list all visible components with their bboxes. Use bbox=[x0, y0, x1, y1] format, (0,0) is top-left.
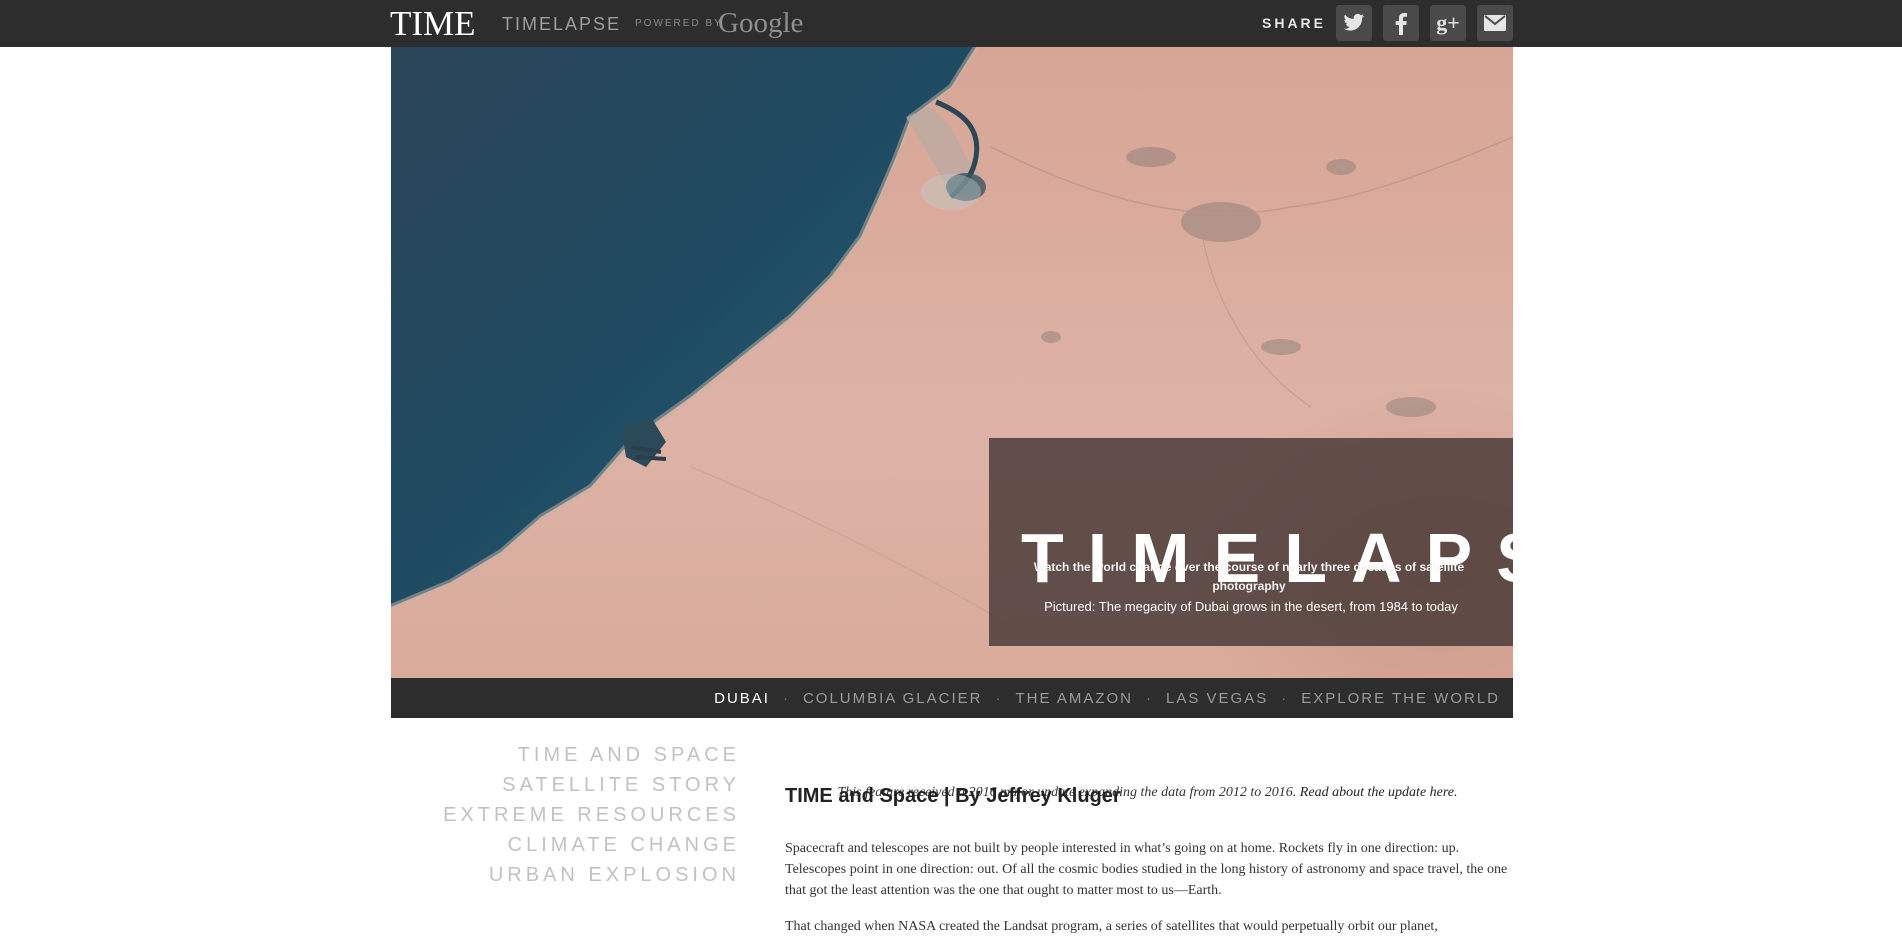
location-nav: DUBAI · COLUMBIA GLACIER · THE AMAZON · … bbox=[714, 678, 1500, 718]
top-bar: TIME TIMELAPSE POWERED BY Google SHARE g… bbox=[0, 0, 1902, 47]
chapter-nav: TIME AND SPACE SATELLITE STORY EXTREME R… bbox=[440, 740, 740, 890]
chapter-time-and-space[interactable]: TIME AND SPACE bbox=[440, 740, 740, 770]
chapter-urban-explosion[interactable]: URBAN EXPLOSION bbox=[440, 860, 740, 890]
location-separator: · bbox=[1281, 689, 1289, 707]
share-email-button[interactable] bbox=[1477, 5, 1513, 41]
hero-caption: Pictured: The megacity of Dubai grows in… bbox=[1044, 599, 1458, 614]
article-headline: TIME and Space | By Jeffrey Kluger bbox=[785, 785, 1121, 807]
location-tab-las-vegas[interactable]: LAS VEGAS bbox=[1166, 690, 1268, 707]
hero-subtitle: Watch the world change over the course o… bbox=[1033, 560, 1465, 593]
location-separator: · bbox=[1146, 689, 1154, 707]
update-link[interactable]: Read about the update here. bbox=[1300, 785, 1458, 800]
chapter-satellite-story[interactable]: SATELLITE STORY bbox=[440, 770, 740, 800]
hero-satellite-image[interactable]: TIMELAPSE Watch the world change over th… bbox=[391, 47, 1513, 678]
location-separator: · bbox=[782, 689, 790, 707]
hero-overlay-panel: TIMELAPSE Watch the world change over th… bbox=[989, 438, 1513, 646]
share-google-plus-button[interactable]: g+ bbox=[1430, 5, 1466, 41]
chapter-climate-change[interactable]: CLIMATE CHANGE bbox=[440, 830, 740, 860]
article-paragraph: Spacecraft and telescopes are not built … bbox=[785, 841, 1508, 898]
location-nav-bar: DUBAI · COLUMBIA GLACIER · THE AMAZON · … bbox=[391, 678, 1513, 718]
chapter-extreme-resources[interactable]: EXTREME RESOURCES bbox=[440, 800, 740, 830]
twitter-icon bbox=[1343, 13, 1365, 31]
location-tab-dubai[interactable]: DUBAI bbox=[714, 690, 770, 707]
location-tab-the-amazon[interactable]: THE AMAZON bbox=[1016, 690, 1134, 707]
share-facebook-button[interactable] bbox=[1383, 5, 1419, 41]
facebook-icon bbox=[1395, 13, 1407, 35]
section-title[interactable]: TIMELAPSE bbox=[502, 13, 621, 35]
location-tab-explore-the-world[interactable]: EXPLORE THE WORLD bbox=[1301, 690, 1500, 707]
google-logo: Google bbox=[718, 7, 804, 39]
share-twitter-button[interactable] bbox=[1336, 5, 1372, 41]
article-paragraph: That changed when NASA created the Lands… bbox=[785, 919, 1438, 934]
time-logo[interactable]: TIME bbox=[390, 4, 476, 44]
email-icon bbox=[1484, 15, 1506, 31]
powered-by-label: POWERED BY bbox=[635, 18, 723, 29]
google-plus-icon: g+ bbox=[1436, 10, 1460, 35]
location-separator: · bbox=[995, 689, 1003, 707]
share-label: SHARE bbox=[1262, 15, 1327, 31]
location-tab-columbia-glacier[interactable]: COLUMBIA GLACIER bbox=[803, 690, 983, 707]
